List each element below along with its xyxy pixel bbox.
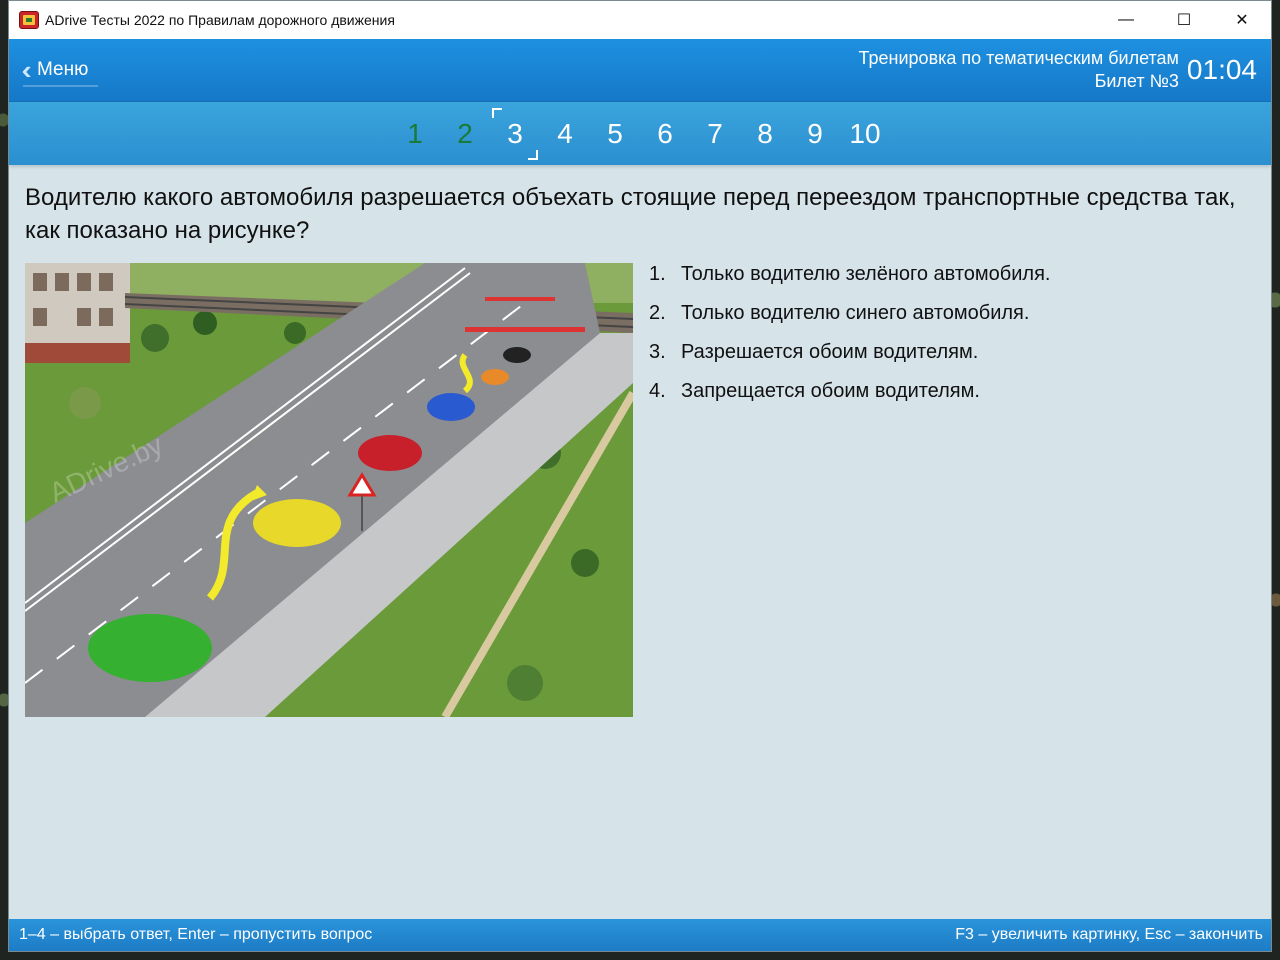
status-hint-right: F3 – увеличить картинку, Esc – закончить: [955, 926, 1263, 943]
header-info: Тренировка по тематическим билетам Билет…: [859, 47, 1257, 93]
answer-option-1[interactable]: 1. Только водителю зелёного автомобиля.: [649, 263, 1249, 302]
answer-number: 3.: [649, 341, 666, 363]
question-navigator: 1 2 3 4 5 6 7 8 9 10: [9, 101, 1271, 165]
close-button[interactable]: ✕: [1213, 1, 1271, 39]
window-controls: — ☐ ✕: [1097, 1, 1271, 39]
answer-option-3[interactable]: 3. Разрешается обоим водителям.: [649, 341, 1249, 380]
menu-label: Меню: [37, 59, 89, 80]
question-number-3[interactable]: 3: [490, 107, 540, 160]
road-scene-illustration: ADrive.by: [25, 263, 633, 717]
ticket-label: Билет №3: [1094, 71, 1179, 91]
question-number-1[interactable]: 1: [390, 114, 440, 154]
answer-list: 1. Только водителю зелёного автомобиля. …: [649, 263, 1249, 419]
question-number-6[interactable]: 6: [640, 114, 690, 154]
answer-number: 1.: [649, 263, 666, 285]
window-title: ADrive Тесты 2022 по Правилам дорожного …: [45, 12, 395, 28]
question-text: Водителю какого автомобиля разрешается о…: [25, 184, 1236, 244]
mode-title: Тренировка по тематическим билетам: [858, 48, 1179, 68]
answer-option-4[interactable]: 4. Запрещается обоим водителям.: [649, 380, 1249, 419]
question-number-7[interactable]: 7: [690, 114, 740, 154]
minimize-button[interactable]: —: [1097, 1, 1155, 39]
answer-text: Только водителю зелёного автомобиля.: [681, 263, 1051, 285]
answer-number: 2.: [649, 302, 666, 324]
menu-button[interactable]: ‹‹ Меню: [23, 55, 99, 87]
question-number-9[interactable]: 9: [790, 114, 840, 154]
answer-text: Только водителю синего автомобиля.: [681, 302, 1030, 324]
question-number-2[interactable]: 2: [440, 114, 490, 154]
answer-text: Разрешается обоим водителям.: [681, 341, 979, 363]
app-header: ‹‹ Меню Тренировка по тематическим билет…: [9, 39, 1271, 101]
app-window: ADrive Тесты 2022 по Правилам дорожного …: [8, 0, 1272, 952]
question-number-5[interactable]: 5: [590, 114, 640, 154]
question-number-4[interactable]: 4: [540, 114, 590, 154]
question-number-8[interactable]: 8: [740, 114, 790, 154]
answer-option-2[interactable]: 2. Только водителю синего автомобиля.: [649, 302, 1249, 341]
question-illustration[interactable]: ADrive.by: [25, 263, 633, 717]
status-bar: 1–4 – выбрать ответ, Enter – пропустить …: [9, 919, 1271, 951]
title-bar: ADrive Тесты 2022 по Правилам дорожного …: [9, 1, 1271, 39]
status-hint-left: 1–4 – выбрать ответ, Enter – пропустить …: [19, 926, 373, 943]
maximize-button[interactable]: ☐: [1155, 1, 1213, 39]
timer: 01:04: [1186, 54, 1257, 85]
app-icon: [19, 11, 39, 29]
question-number-10[interactable]: 10: [840, 114, 890, 154]
answer-number: 4.: [649, 380, 666, 402]
answer-text: Запрещается обоим водителям.: [681, 380, 980, 402]
